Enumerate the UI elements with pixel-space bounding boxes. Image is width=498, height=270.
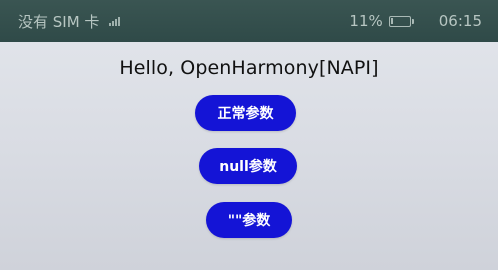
app-screen: 没有 SIM 卡 11% 06:15 Hello, OpenHarmony[NA… (0, 0, 498, 270)
signal-icon (109, 16, 121, 26)
status-bar-left: 没有 SIM 卡 (18, 11, 121, 32)
battery-icon (388, 15, 414, 27)
empty-string-param-button[interactable]: ""参数 (206, 202, 292, 238)
status-bar-right: 11% 06:15 (349, 12, 482, 30)
normal-param-button[interactable]: 正常参数 (195, 95, 296, 131)
carrier-label: 没有 SIM 卡 (18, 12, 100, 31)
page-title: Hello, OpenHarmony[NAPI] (119, 57, 379, 79)
status-bar: 没有 SIM 卡 11% 06:15 (0, 0, 498, 42)
battery-level-fill (390, 17, 393, 24)
null-param-button[interactable]: null参数 (199, 148, 297, 184)
battery-percent: 11% (349, 12, 383, 30)
clock: 06:15 (438, 12, 482, 30)
